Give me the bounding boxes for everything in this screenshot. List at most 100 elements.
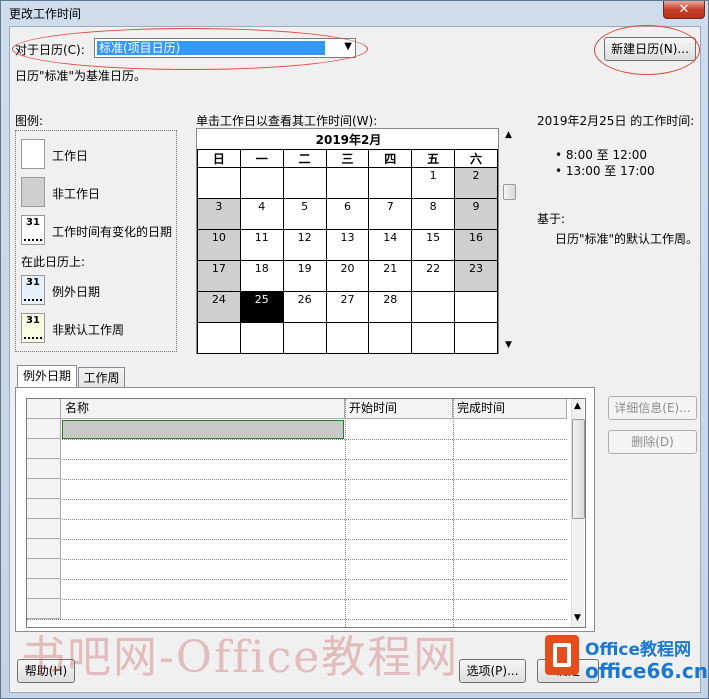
- scroll-down-icon[interactable]: ▼: [505, 340, 512, 350]
- calendar-day[interactable]: 25: [239, 291, 284, 323]
- calendar-day[interactable]: [282, 322, 327, 354]
- calendar-day[interactable]: 28: [368, 291, 413, 323]
- calendar-day[interactable]: 21: [368, 260, 413, 292]
- time-slot-2: • 13:00 至 17:00: [555, 164, 655, 178]
- column-header-name[interactable]: 名称: [61, 399, 345, 419]
- tab-exceptions[interactable]: 例外日期: [17, 365, 77, 387]
- calendar-scroll-thumb[interactable]: [503, 184, 516, 200]
- table-row[interactable]: [27, 519, 567, 520]
- swatch-day-number: 31: [26, 217, 40, 228]
- scroll-down-icon[interactable]: ▼: [574, 613, 581, 623]
- calendar-day[interactable]: 20: [325, 260, 370, 292]
- row-header[interactable]: [27, 519, 61, 539]
- calendar-day[interactable]: [282, 167, 327, 199]
- calendar-day[interactable]: 15: [411, 229, 456, 261]
- calendar-grid[interactable]: 日一二三四五六 1 2 3 4 5 6 7 8 9 10 11 12 13 14 15 16 17 18 19 20 2…: [197, 149, 498, 354]
- row-header[interactable]: [27, 579, 61, 599]
- selected-cell[interactable]: [62, 420, 344, 439]
- month-title: 2019年2月: [315, 133, 382, 147]
- calendar-day[interactable]: 11: [239, 229, 284, 261]
- weekday-header: 五: [411, 149, 456, 168]
- calendar-day[interactable]: 18: [239, 260, 284, 292]
- calendar-day[interactable]: 23: [454, 260, 498, 292]
- table-row[interactable]: [27, 439, 567, 440]
- tab-work-weeks[interactable]: 工作周: [78, 367, 125, 388]
- calendar-day[interactable]: [368, 167, 413, 199]
- highlight-ellipse-calendar: [12, 28, 368, 70]
- row-header[interactable]: [27, 459, 61, 479]
- table-scroll-thumb[interactable]: [572, 419, 585, 519]
- table-row[interactable]: [27, 579, 567, 580]
- calendar-day[interactable]: 2: [454, 167, 498, 199]
- based-on-text: 日历"标准"的默认工作周。: [555, 232, 699, 246]
- calendar-day[interactable]: [368, 322, 413, 354]
- calendar-day[interactable]: 5: [282, 198, 327, 230]
- row-header[interactable]: [27, 559, 61, 579]
- calendar-day[interactable]: 17: [197, 260, 241, 292]
- calendar-day[interactable]: 27: [325, 291, 370, 323]
- scroll-up-icon[interactable]: ▲: [505, 130, 512, 140]
- table-row[interactable]: [27, 479, 567, 480]
- delete-button[interactable]: 删除(D): [608, 430, 697, 454]
- calendar-day[interactable]: 10: [197, 229, 241, 261]
- calendar-day[interactable]: [239, 167, 284, 199]
- table-row[interactable]: [27, 539, 567, 540]
- calendar-day[interactable]: 14: [368, 229, 413, 261]
- table-row[interactable]: [27, 599, 567, 600]
- calendar-day[interactable]: [197, 322, 241, 354]
- calendar-day[interactable]: 6: [325, 198, 370, 230]
- calendar-day[interactable]: 19: [282, 260, 327, 292]
- calendar-day[interactable]: [325, 322, 370, 354]
- scroll-up-icon[interactable]: ▲: [574, 401, 581, 411]
- calendar-day[interactable]: 4: [239, 198, 284, 230]
- site-logo: Office教程网 office66.cn: [537, 629, 708, 691]
- base-calendar-note: 日历"标准"为基准日历。: [15, 69, 147, 83]
- dialog-body: 对于日历(C): 标准(项目日历) ▼ 新建日历(N)... 日历"标准"为基准…: [9, 25, 701, 693]
- details-button[interactable]: 详细信息(E)...: [608, 396, 697, 420]
- table-row[interactable]: [27, 619, 567, 620]
- calendar-day[interactable]: 12: [282, 229, 327, 261]
- table-row[interactable]: [27, 559, 567, 560]
- calendar-day[interactable]: [411, 322, 456, 354]
- calendar-day[interactable]: 9: [454, 198, 498, 230]
- row-header[interactable]: [27, 419, 61, 439]
- calendar-day[interactable]: 7: [368, 198, 413, 230]
- logo-site: office66.cn: [585, 659, 708, 683]
- calendar-day[interactable]: 24: [197, 291, 241, 323]
- calendar-day[interactable]: 3: [197, 198, 241, 230]
- column-header-start[interactable]: 开始时间: [345, 399, 453, 419]
- close-button[interactable]: ✕: [663, 1, 705, 19]
- row-header[interactable]: [27, 499, 61, 519]
- window-title: 更改工作时间: [9, 7, 82, 21]
- row-header[interactable]: [27, 599, 61, 619]
- calendar-day[interactable]: 8: [411, 198, 456, 230]
- table-row[interactable]: [27, 499, 567, 500]
- calendar-day[interactable]: 22: [411, 260, 456, 292]
- table-row[interactable]: [27, 459, 567, 460]
- calendar-week-row: 24 25 26 27 28: [197, 291, 498, 323]
- calendar-day[interactable]: [454, 322, 498, 354]
- exceptions-table[interactable]: 名称 开始时间 完成时间 ▲ ▼: [26, 398, 586, 628]
- calendar-day[interactable]: [325, 167, 370, 199]
- calendar-weeks[interactable]: 1 2 3 4 5 6 7 8 9 10 11 12 13 14 15 16 17 18 19 20 21 22 23 24 2…: [197, 167, 498, 354]
- calendar-day[interactable]: [454, 291, 498, 323]
- column-header-finish[interactable]: 完成时间: [453, 399, 567, 419]
- row-header[interactable]: [27, 439, 61, 459]
- calendar-day[interactable]: [411, 291, 456, 323]
- table-scrollbar[interactable]: ▲ ▼: [571, 399, 585, 627]
- row-header[interactable]: [27, 479, 61, 499]
- calendar-day[interactable]: [239, 322, 284, 354]
- office-logo-glyph: [553, 643, 571, 667]
- calendar-day[interactable]: 13: [325, 229, 370, 261]
- swatch-day-number: 31: [26, 277, 40, 288]
- calendar-scrollbar[interactable]: ▲ ▼: [503, 128, 516, 354]
- calendar-day[interactable]: 26: [282, 291, 327, 323]
- month-calendar[interactable]: 2019年2月 日一二三四五六 1 2 3 4 5 6 7 8 9 10 11 12 13 14 15 16 1…: [196, 128, 499, 354]
- calendar-day[interactable]: [197, 167, 241, 199]
- column-divider: [453, 399, 454, 627]
- calendar-day[interactable]: 1: [411, 167, 456, 199]
- options-button[interactable]: 选项(P)...: [459, 659, 526, 683]
- table-corner: [27, 399, 61, 419]
- row-header[interactable]: [27, 539, 61, 559]
- calendar-day[interactable]: 16: [454, 229, 498, 261]
